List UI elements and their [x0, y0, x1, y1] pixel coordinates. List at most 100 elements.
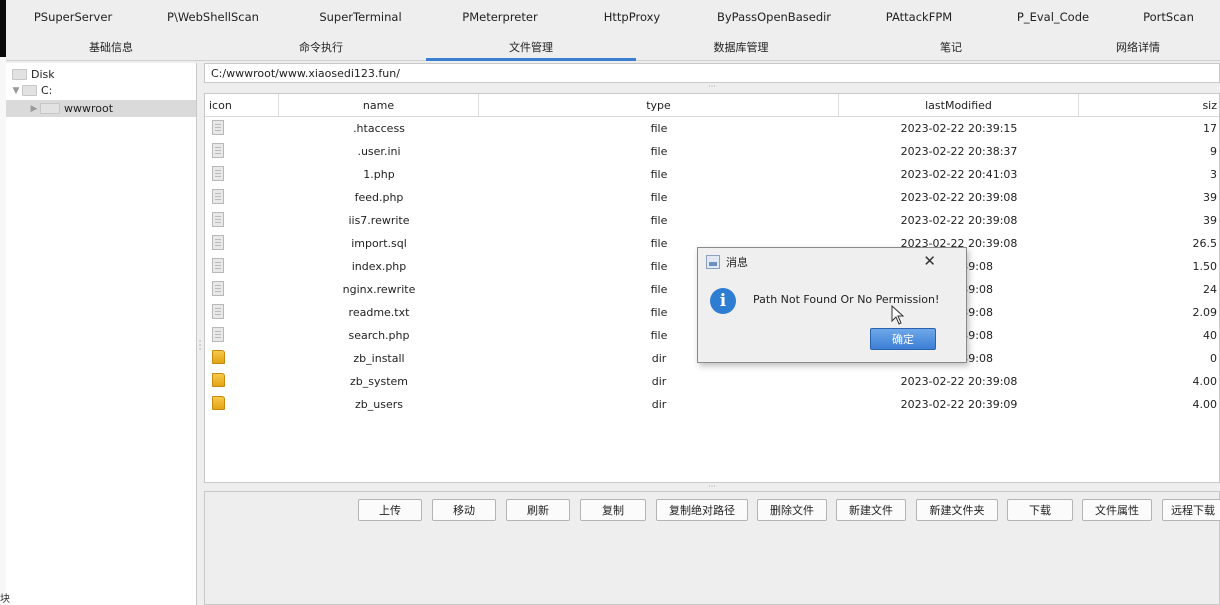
file-modified: 2023-02-22 20:41:03 [900, 168, 1018, 181]
tab-file-manager[interactable]: 文件管理 [426, 33, 636, 61]
column-header-last-modified[interactable]: lastModified [839, 94, 1079, 116]
tab-database-manager[interactable]: 数据库管理 [636, 33, 846, 60]
mouse-cursor-icon [891, 305, 905, 325]
action-panel: 上传 移动 刷新 复制 复制绝对路径 删除文件 新建文件 新建文件夹 下载 文件… [204, 491, 1220, 605]
tab-command-exec[interactable]: 命令执行 [216, 33, 426, 60]
file-modified: 2023-02-22 20:39:09 [900, 398, 1018, 411]
tab-network-details[interactable]: 网络详情 [1056, 33, 1220, 60]
plugin-tab-httpproxy[interactable]: HttpProxy [565, 10, 699, 24]
file-size: 26.5 [1192, 237, 1218, 250]
file-icon [212, 280, 224, 296]
file-icon [212, 234, 224, 250]
disk-icon [12, 69, 27, 80]
column-header-name[interactable]: name [279, 94, 479, 116]
file-size: 0 [1210, 352, 1217, 365]
file-icon [212, 326, 224, 342]
vertical-splitter-handle[interactable]: · · · [197, 338, 203, 355]
file-size: 9 [1210, 145, 1217, 158]
file-name: zb_users [355, 398, 403, 411]
file-icon [212, 211, 224, 227]
path-input[interactable]: C:/wwwroot/www.xiaosedi123.fun/ [204, 63, 1220, 83]
dialog-message: Path Not Found Or No Permission! [753, 293, 940, 306]
folder-icon [212, 396, 225, 410]
corner-label: 块 [0, 594, 10, 605]
file-name: readme.txt [348, 306, 410, 319]
file-modified: 2023-02-22 20:38:37 [900, 145, 1018, 158]
tree-root[interactable]: Disk [12, 66, 55, 83]
plugin-tab-pmeterpreter[interactable]: PMeterpreter [435, 10, 565, 24]
file-size: 3 [1210, 168, 1217, 181]
tree-drive[interactable]: ▼ C: [10, 82, 53, 99]
file-size: 4.00 [1192, 375, 1218, 388]
message-dialog: 消息 ✕ i Path Not Found Or No Permission! … [697, 247, 967, 363]
column-header-icon[interactable]: icon [205, 94, 279, 116]
file-name: nginx.rewrite [342, 283, 416, 296]
column-header-size[interactable]: siz [1079, 94, 1219, 116]
file-size: 40 [1203, 329, 1217, 342]
file-type: file [650, 191, 668, 204]
new-file-button[interactable]: 新建文件 [836, 499, 906, 521]
file-icon [212, 165, 224, 181]
table-header: icon name type lastModified siz [205, 94, 1219, 117]
tab-basic-info[interactable]: 基础信息 [6, 33, 216, 60]
info-icon: i [710, 288, 736, 314]
plugin-tab-bar: PSuperServer P\WebShellScan SuperTermina… [6, 0, 1220, 33]
file-icon [212, 257, 224, 273]
move-button[interactable]: 移动 [432, 499, 496, 521]
file-type: file [650, 168, 668, 181]
plugin-tab-pwebshellscan[interactable]: P\WebShellScan [140, 10, 286, 24]
copy-absolute-path-button[interactable]: 复制绝对路径 [656, 499, 748, 521]
table-row[interactable]: zb_system dir 2023-02-22 20:39:08 4.00 [205, 370, 1219, 393]
plugin-tab-pattackfpm[interactable]: PAttackFPM [849, 10, 989, 24]
tree-folder-label: wwwroot [64, 102, 114, 115]
dialog-titlebar[interactable]: 消息 ✕ [698, 248, 966, 276]
file-name: feed.php [354, 191, 404, 204]
dialog-title: 消息 [726, 256, 748, 269]
file-modified: 2023-02-22 20:39:15 [900, 122, 1018, 135]
refresh-button[interactable]: 刷新 [506, 499, 570, 521]
table-row[interactable]: .htaccess file 2023-02-22 20:39:15 17 [205, 117, 1219, 140]
plugin-tab-bypassopenbasedir[interactable]: ByPassOpenBasedir [699, 10, 849, 24]
horizontal-splitter-handle[interactable]: ··· [204, 83, 1220, 91]
chevron-down-icon[interactable]: ▼ [10, 86, 22, 96]
file-size: 2.09 [1192, 306, 1218, 319]
file-icon [212, 303, 224, 319]
new-folder-button[interactable]: 新建文件夹 [916, 499, 998, 521]
plugin-tab-portscan[interactable]: PortScan [1117, 10, 1220, 24]
table-row[interactable]: feed.php file 2023-02-22 20:39:08 39 [205, 186, 1219, 209]
delete-file-button[interactable]: 删除文件 [757, 499, 827, 521]
ok-button[interactable]: 确定 [870, 328, 936, 350]
file-icon [212, 142, 224, 158]
tree-root-label: Disk [31, 68, 55, 81]
chevron-right-icon[interactable]: ▶ [28, 104, 40, 114]
plugin-tab-p-eval-code[interactable]: P_Eval_Code [989, 10, 1117, 24]
table-row[interactable]: .user.ini file 2023-02-22 20:38:37 9 [205, 140, 1219, 163]
copy-button[interactable]: 复制 [580, 499, 646, 521]
file-size: 1.50 [1192, 260, 1218, 273]
horizontal-splitter-handle[interactable]: ··· [204, 483, 1220, 491]
plugin-tab-superterminal[interactable]: SuperTerminal [286, 10, 435, 24]
file-type: dir [651, 398, 667, 411]
file-name: zb_install [353, 352, 405, 365]
file-type: file [650, 122, 668, 135]
file-size: 24 [1203, 283, 1217, 296]
file-name: index.php [351, 260, 407, 273]
directory-tree: Disk ▼ C: ▶ wwwroot [6, 63, 197, 605]
app-icon [706, 255, 720, 269]
file-type: file [650, 145, 668, 158]
file-size: 17 [1203, 122, 1217, 135]
upload-button[interactable]: 上传 [358, 499, 422, 521]
tree-folder-wwwroot[interactable]: ▶ wwwroot [6, 100, 196, 117]
table-row[interactable]: 1.php file 2023-02-22 20:41:03 3 [205, 163, 1219, 186]
file-size: 4.00 [1192, 398, 1218, 411]
remote-download-button[interactable]: 远程下载 [1162, 499, 1220, 521]
file-icon [212, 119, 224, 135]
close-icon[interactable]: ✕ [923, 252, 936, 270]
table-row[interactable]: iis7.rewrite file 2023-02-22 20:39:08 39 [205, 209, 1219, 232]
table-row[interactable]: zb_users dir 2023-02-22 20:39:09 4.00 [205, 393, 1219, 416]
tab-notes[interactable]: 笔记 [846, 33, 1056, 60]
column-header-type[interactable]: type [479, 94, 839, 116]
plugin-tab-psuperserver[interactable]: PSuperServer [6, 10, 140, 24]
download-button[interactable]: 下载 [1007, 499, 1073, 521]
file-properties-button[interactable]: 文件属性 [1082, 499, 1152, 521]
